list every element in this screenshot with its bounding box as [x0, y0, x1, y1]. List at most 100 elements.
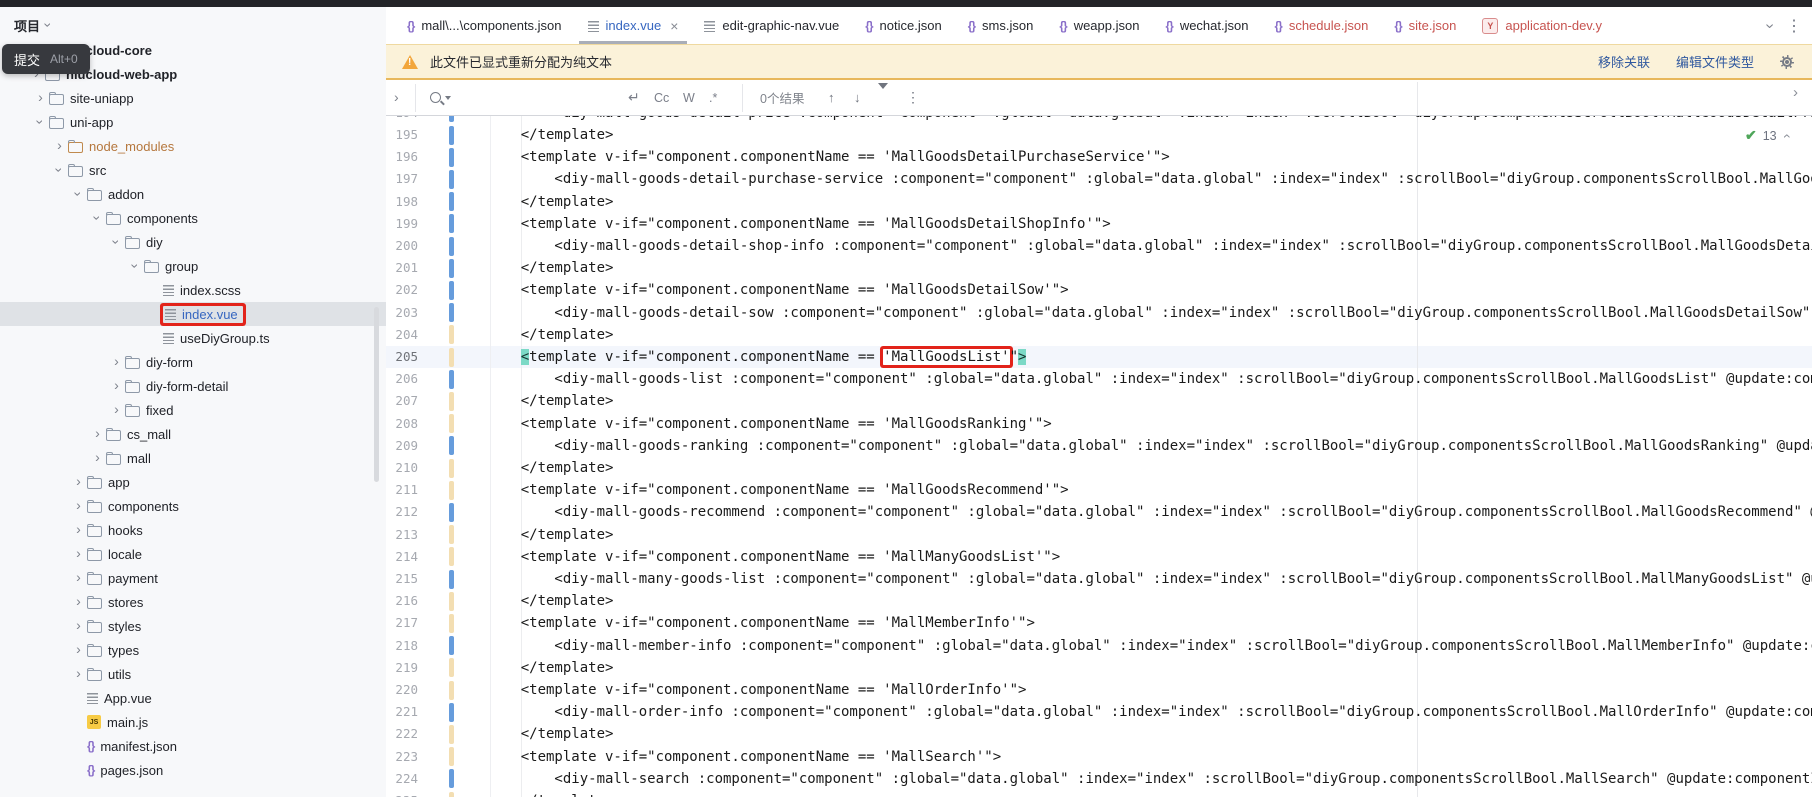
project-view-selector[interactable]: 项目 ›	[14, 13, 51, 37]
vcs-change-marker[interactable]	[449, 414, 454, 433]
tree-row-cs-mall[interactable]: ›cs_mall	[0, 422, 386, 446]
inspection-widget[interactable]: ✔ 13 ›	[1745, 127, 1787, 144]
tree-row-index-vue[interactable]: index.vue	[0, 302, 386, 326]
tree-row-styles[interactable]: ›styles	[0, 614, 386, 638]
vcs-change-marker[interactable]	[449, 148, 454, 167]
code-line-217[interactable]: <template v-if="component.componentName …	[487, 612, 1035, 634]
collapse-find-icon[interactable]: ›	[394, 80, 399, 115]
code-line-197[interactable]: <diy-mall-goods-detail-purchase-service …	[487, 168, 1812, 190]
vcs-change-marker[interactable]	[449, 392, 454, 411]
vcs-change-marker[interactable]	[449, 725, 454, 744]
tab-notice-json[interactable]: {}notice.json	[852, 7, 955, 44]
previous-occurrence-button[interactable]: ↑	[828, 80, 835, 115]
chevron-collapsed-icon[interactable]: ›	[89, 450, 106, 464]
code-line-202[interactable]: <template v-if="component.componentName …	[487, 279, 1069, 301]
vcs-change-marker[interactable]	[449, 592, 454, 611]
chevron-collapsed-icon[interactable]: ›	[70, 642, 87, 656]
chevron-collapsed-icon[interactable]: ›	[108, 402, 125, 416]
vcs-change-marker[interactable]	[449, 769, 454, 788]
tree-row-app-vue[interactable]: App.vue	[0, 686, 386, 710]
chevron-collapsed-icon[interactable]: ›	[70, 618, 87, 632]
tree-row-stores[interactable]: ›stores	[0, 590, 386, 614]
tab-mall-components-json[interactable]: {}mall\...\components.json	[394, 7, 575, 44]
code-line-225[interactable]: </template>	[487, 790, 613, 797]
chevron-collapsed-icon[interactable]: ›	[70, 474, 87, 488]
vcs-change-marker[interactable]	[449, 116, 454, 122]
newline-icon[interactable]: ↵	[628, 80, 640, 115]
vcs-change-marker[interactable]	[449, 281, 454, 300]
tree-row-main-js[interactable]: JSmain.js	[0, 710, 386, 734]
search-input[interactable]	[430, 80, 451, 115]
gear-icon[interactable]	[1780, 55, 1794, 69]
tree-row-components[interactable]: ›components	[0, 494, 386, 518]
code-line-209[interactable]: <diy-mall-goods-ranking :component="comp…	[487, 435, 1812, 457]
tree-row-index-scss[interactable]: index.scss	[0, 278, 386, 302]
chevron-collapsed-icon[interactable]: ›	[108, 354, 125, 368]
code-line-214[interactable]: <template v-if="component.componentName …	[487, 546, 1060, 568]
code-line-216[interactable]: </template>	[487, 590, 613, 612]
tree-row-components[interactable]: ›components	[0, 206, 386, 230]
tab-site-json[interactable]: {}site.json	[1381, 7, 1469, 44]
vcs-change-marker[interactable]	[449, 325, 454, 344]
code-line-215[interactable]: <diy-mall-many-goods-list :component="co…	[487, 568, 1812, 590]
code-line-201[interactable]: </template>	[487, 257, 613, 279]
code-line-221[interactable]: <diy-mall-order-info :component="compone…	[487, 701, 1812, 723]
code-line-207[interactable]: </template>	[487, 390, 613, 412]
tab-weapp-json[interactable]: {}weapp.json	[1046, 7, 1152, 44]
code-line-220[interactable]: <template v-if="component.componentName …	[487, 679, 1026, 701]
tree-row-usediygroup-ts[interactable]: useDiyGroup.ts	[0, 326, 386, 350]
tab-edit-graphic-nav-vue[interactable]: edit-graphic-nav.vue	[691, 7, 852, 44]
tab-application-dev-y[interactable]: Yapplication-dev.y	[1469, 7, 1615, 44]
code-line-222[interactable]: </template>	[487, 723, 613, 745]
vcs-change-marker[interactable]	[449, 792, 454, 797]
code-line-206[interactable]: <diy-mall-goods-list :component="compone…	[487, 368, 1812, 390]
chevron-expanded-icon[interactable]: ›	[34, 114, 48, 131]
tree-row-hooks[interactable]: ›hooks	[0, 518, 386, 542]
close-icon[interactable]: ×	[670, 18, 678, 34]
code-line-210[interactable]: </template>	[487, 457, 613, 479]
vcs-change-marker[interactable]	[449, 703, 454, 722]
tree-row-locale[interactable]: ›locale	[0, 542, 386, 566]
tree-row-group[interactable]: ›group	[0, 254, 386, 278]
chevron-expanded-icon[interactable]: ›	[110, 234, 124, 251]
regex-toggle[interactable]: .*	[709, 80, 717, 115]
code-line-224[interactable]: <diy-mall-search :component="component" …	[487, 768, 1812, 790]
vcs-change-marker[interactable]	[449, 636, 454, 655]
words-toggle[interactable]: W	[683, 80, 695, 115]
vcs-change-marker[interactable]	[449, 481, 454, 500]
code-line-199[interactable]: <template v-if="component.componentName …	[487, 213, 1111, 235]
vcs-change-marker[interactable]	[449, 126, 454, 145]
code-line-195[interactable]: </template>	[487, 124, 613, 146]
tab-options-kebab-icon[interactable]: ⋮	[1786, 16, 1802, 36]
tab-index-vue[interactable]: index.vue×	[575, 7, 692, 44]
tree-row-pages-json[interactable]: {}pages.json	[0, 758, 386, 782]
tree-row-node-modules[interactable]: ›node_modules	[0, 134, 386, 158]
vcs-change-marker[interactable]	[449, 237, 454, 256]
vcs-change-marker[interactable]	[449, 747, 454, 766]
vcs-change-marker[interactable]	[449, 658, 454, 677]
code-line-213[interactable]: </template>	[487, 524, 613, 546]
match-case-toggle[interactable]: Cc	[654, 80, 669, 115]
code-line-200[interactable]: <diy-mall-goods-detail-shop-info :compon…	[487, 235, 1812, 257]
vcs-change-marker[interactable]	[449, 170, 454, 189]
vcs-change-marker[interactable]	[449, 259, 454, 278]
vcs-change-marker[interactable]	[449, 547, 454, 566]
tree-row-mall[interactable]: ›mall	[0, 446, 386, 470]
vcs-change-marker[interactable]	[449, 570, 454, 589]
chevron-expanded-icon[interactable]: ›	[72, 186, 86, 203]
vcs-change-marker[interactable]	[449, 459, 454, 478]
code-line-219[interactable]: </template>	[487, 657, 613, 679]
tab-sms-json[interactable]: {}sms.json	[955, 7, 1047, 44]
tree-row-diy-form-detail[interactable]: ›diy-form-detail	[0, 374, 386, 398]
chevron-expanded-icon[interactable]: ›	[91, 210, 105, 227]
vcs-change-marker[interactable]	[449, 192, 454, 211]
more-options-icon[interactable]: ⋮	[906, 80, 920, 115]
tree-row-payment[interactable]: ›payment	[0, 566, 386, 590]
chevron-collapsed-icon[interactable]: ›	[89, 426, 106, 440]
expand-icon[interactable]: ›	[1793, 85, 1798, 100]
chevron-collapsed-icon[interactable]: ›	[70, 666, 87, 680]
vcs-change-marker[interactable]	[449, 681, 454, 700]
code-line-204[interactable]: </template>	[487, 324, 613, 346]
tree-row-diy-form[interactable]: ›diy-form	[0, 350, 386, 374]
chevron-collapsed-icon[interactable]: ›	[108, 378, 125, 392]
